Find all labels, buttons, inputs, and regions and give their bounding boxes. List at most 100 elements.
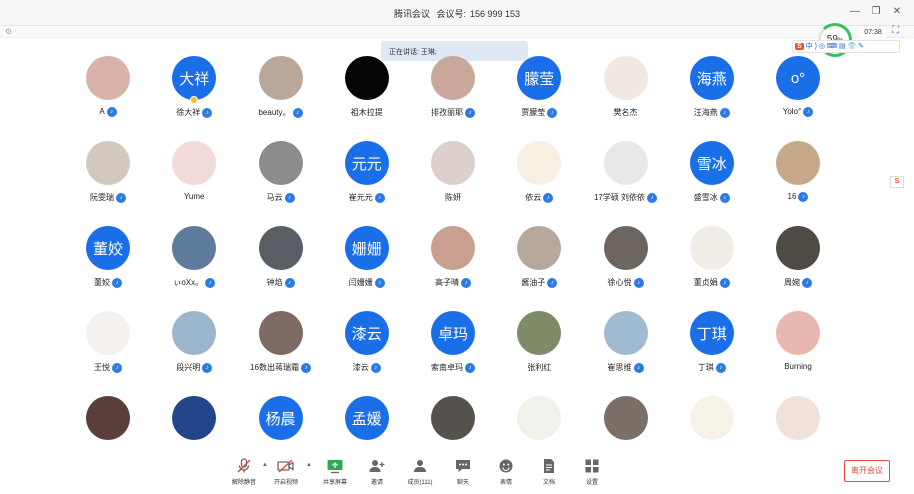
avatar <box>776 226 820 270</box>
fullscreen-icon[interactable]: ⛶ <box>892 25 899 36</box>
avatar: 孟媛 <box>344 396 389 440</box>
avatar <box>776 311 820 355</box>
participant-tile[interactable]: 董贞娟 ♪ <box>669 226 755 306</box>
avatar-initials: 卓玛 <box>437 325 468 343</box>
mic-icon: ♪ <box>370 362 381 373</box>
participant-tile[interactable]: 酱油子 ♪ <box>496 226 582 306</box>
participant-name-text: 盛雪冰 <box>693 193 718 202</box>
participant-tile[interactable]: 漆云漆云 ♪ <box>324 311 410 391</box>
participant-tile[interactable]: 董姣董姣 ♪ <box>65 226 151 306</box>
participant-tile[interactable]: 高子晴 ♪ <box>410 226 496 306</box>
participant-tile[interactable]: 陈妍 <box>410 141 496 221</box>
participant-tile[interactable]: 雪冰 盛雪冰 ♪ <box>669 141 755 221</box>
avatar-initials: 海燕 <box>696 70 727 88</box>
mic-icon: ♪ <box>633 362 644 373</box>
gear-icon[interactable]: ⚙ <box>5 27 12 36</box>
participant-tile[interactable]: 16数出蒋瑞霜 ♪ <box>238 311 324 391</box>
participant-name: 贾朦莹 ♪ <box>496 107 582 118</box>
participant-tile[interactable]: Burning <box>755 311 841 391</box>
participant-name-text: ぃoXx。 <box>173 278 204 287</box>
participant-tile[interactable]: 卓玛 索南卓玛 ♪ <box>410 311 496 391</box>
document-icon <box>529 458 569 477</box>
participant-tile[interactable]: 钟焰 ♪ <box>238 226 324 306</box>
members-button[interactable]: 成员(111) <box>400 458 440 490</box>
avatar-initials: 姗姗 <box>351 240 382 258</box>
unmute-button[interactable]: 解除静音 <box>224 458 264 490</box>
participant-name: 祖木拉提 <box>324 107 410 118</box>
participant-tile[interactable]: 16 ♪ <box>755 141 841 221</box>
participant-tile[interactable]: 樊名杰 <box>583 56 669 136</box>
emoji-button[interactable]: 表情 <box>486 458 526 490</box>
participant-name-text: 16 <box>787 192 797 202</box>
restore-button[interactable]: ❐ <box>869 5 883 19</box>
docs-button[interactable]: 文档 <box>529 458 569 490</box>
sogou-ime-icon[interactable]: S <box>795 43 804 50</box>
participant-tile[interactable]: 祖木拉提 <box>324 56 410 136</box>
avatar: 董姣 <box>86 226 130 270</box>
participant-tile[interactable]: o° Yolo° ♪ <box>755 56 841 136</box>
mic-icon: ♪ <box>802 277 812 288</box>
chat-button[interactable]: 聊天 <box>443 458 483 490</box>
participant-tile[interactable]: 王悦 ♪ <box>65 311 151 391</box>
participant-name-text: 祖木拉提 <box>350 108 383 117</box>
close-button[interactable]: ✕ <box>890 5 904 19</box>
avatar <box>431 141 475 185</box>
participant-tile[interactable]: 依云 ♪ <box>496 141 582 221</box>
participant-name-text: Burning <box>784 362 812 371</box>
avatar: 漆云 <box>344 311 389 355</box>
participant-tile[interactable]: 姗姗 闫姗姗 ♪ <box>324 226 410 306</box>
participant-name: 丁琪 ♪ <box>669 362 755 373</box>
participant-name-text: 17学硕 刘依依 <box>593 193 646 202</box>
mic-icon: ♪ <box>284 277 295 288</box>
participant-tile[interactable]: 周婉 ♪ <box>755 226 841 306</box>
participant-tile[interactable]: 马云 ♪ <box>238 141 324 221</box>
avatar <box>689 226 734 270</box>
participant-tile[interactable]: ぃoXx。 ♪ <box>151 226 237 306</box>
participant-name: 崔元元 ♪ <box>324 192 410 203</box>
participant-name: 周婉 ♪ <box>755 277 841 288</box>
ime-toolbar[interactable]: S 中 ) ◎ ⌨ ▤ 👕 ✎ <box>792 40 900 53</box>
video-options-chevron-icon[interactable]: ▲ <box>306 462 312 468</box>
participant-tile[interactable]: Yume <box>151 141 237 221</box>
mic-icon: ♪ <box>112 277 122 288</box>
participant-tile[interactable]: A ♪ <box>65 56 151 136</box>
participant-tile[interactable]: 段兴明 ♪ <box>151 311 237 391</box>
participant-tile[interactable]: 朦莹 贾朦莹 ♪ <box>496 56 582 136</box>
avatar <box>603 396 648 440</box>
avatar <box>86 311 130 355</box>
participant-name-text: beauty。 <box>258 108 291 117</box>
ime-tool-icons[interactable]: 中 ) ◎ ⌨ ▤ 👕 ✎ <box>806 43 864 50</box>
participant-name: Yume <box>151 192 237 201</box>
participant-name: 段兴明 ♪ <box>151 362 237 373</box>
participant-name-text: 汪海燕 <box>693 108 718 117</box>
avatar-initials: 元元 <box>351 155 382 173</box>
ime-side-icon[interactable]: S <box>890 176 904 188</box>
participant-tile[interactable]: 元元崔元元 ♪ <box>324 141 410 221</box>
participant-tile[interactable]: 海燕 汪海燕 ♪ <box>669 56 755 136</box>
participant-name: Yolo° ♪ <box>755 107 841 117</box>
participant-tile[interactable]: 阮雯瑞 ♪ <box>65 141 151 221</box>
avatar <box>258 141 303 185</box>
mic-icon: ♪ <box>633 277 644 288</box>
participant-tile[interactable]: 张利红 <box>496 311 582 391</box>
members-icon <box>400 458 440 477</box>
start-video-button[interactable]: 开启视频 <box>266 458 306 490</box>
participant-name-text: 丁琪 <box>697 363 714 372</box>
participant-tile[interactable]: 崔思维 ♪ <box>583 311 669 391</box>
settings-button[interactable]: 设置 <box>572 458 612 490</box>
minimize-button[interactable]: — <box>848 5 862 19</box>
participant-tile[interactable]: 大祥 徐大祥 ♪ <box>151 56 237 136</box>
share-screen-button[interactable]: 共享屏幕 <box>315 458 355 490</box>
participant-name-text: 崔思维 <box>607 363 632 372</box>
participant-name: 董姣 ♪ <box>65 277 151 288</box>
meeting-window: 腾讯会议 会议号:156 999 153 — ❐ ✕ ⚙ 正在讲话: 王琳; 5… <box>0 0 914 494</box>
participant-tile[interactable]: 17学硕 刘依依 ♪ <box>583 141 669 221</box>
invite-button[interactable]: 邀请 <box>357 458 397 490</box>
participant-tile[interactable]: 徐心悦 ♪ <box>583 226 669 306</box>
leave-meeting-button[interactable]: 离开会议 <box>844 460 890 482</box>
participant-tile[interactable]: beauty。 ♪ <box>238 56 324 136</box>
invite-label: 邀请 <box>370 480 383 486</box>
participant-tile[interactable]: 丁琪 丁琪 ♪ <box>669 311 755 391</box>
participant-tile[interactable]: 排孜丽耶 ♪ <box>410 56 496 136</box>
participant-name: 漆云 ♪ <box>324 362 410 373</box>
